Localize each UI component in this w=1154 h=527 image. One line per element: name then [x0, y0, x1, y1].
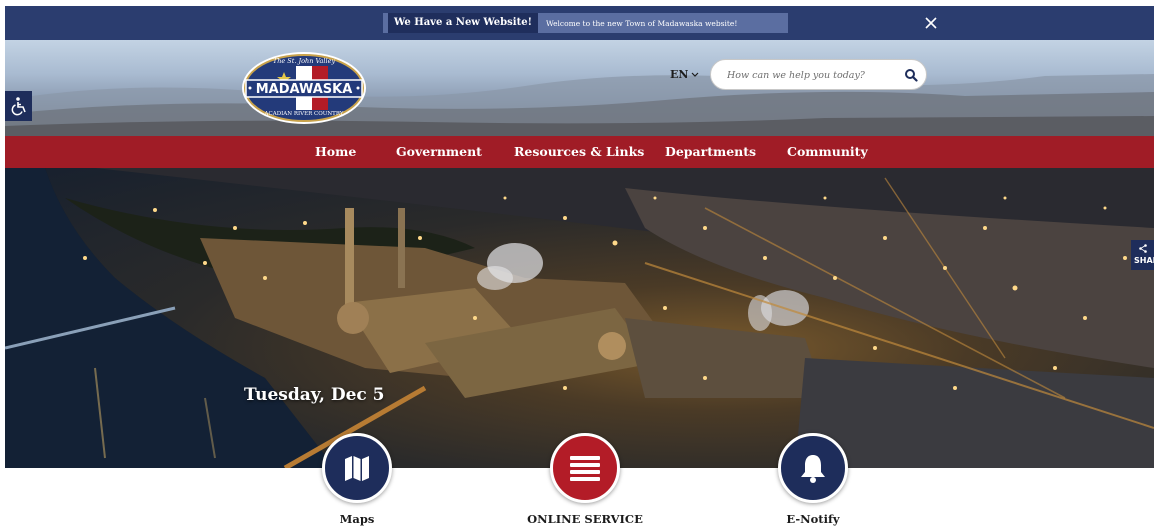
page: We Have a New Website! Welcome to the ne…	[0, 0, 1154, 527]
language-label: EN	[670, 68, 689, 81]
nav-item-government[interactable]: Government	[396, 136, 482, 168]
accessibility-button[interactable]	[5, 91, 32, 121]
e-notify-label[interactable]: E-Notify	[763, 512, 863, 526]
madawaska-logo[interactable]: MADAWASKA The St. John Valley ACADIAN RI…	[240, 50, 368, 126]
share-button[interactable]: SHARE	[1131, 240, 1154, 270]
hero-image	[5, 168, 1154, 468]
nav-item-community[interactable]: Community	[787, 136, 868, 168]
list-icon	[570, 456, 600, 481]
online-service-label[interactable]: ONLINE SERVICE	[520, 512, 650, 526]
alert-message: Welcome to the new Town of Madawaska web…	[545, 18, 738, 28]
logo-bottom-text: ACADIAN RIVER COUNTRY	[264, 111, 344, 117]
share-icon	[1139, 244, 1147, 253]
maps-label[interactable]: Maps	[322, 512, 392, 526]
site-header	[5, 40, 1154, 136]
share-label: SHARE	[1134, 256, 1154, 265]
maps-button[interactable]	[322, 433, 392, 503]
town-aerial-illustration	[5, 168, 1154, 468]
search-input[interactable]	[727, 66, 897, 84]
language-selector[interactable]: EN	[670, 68, 699, 81]
nav-item-home[interactable]: Home	[315, 136, 356, 168]
alert-bar: We Have a New Website! Welcome to the ne…	[5, 6, 1154, 40]
chevron-down-icon	[692, 72, 699, 77]
bell-icon	[801, 455, 825, 483]
alert-banner[interactable]: We Have a New Website! Welcome to the ne…	[383, 13, 788, 33]
logo-top-text: The St. John Valley	[273, 57, 336, 65]
alert-title: We Have a New Website!	[388, 13, 538, 33]
e-notify-button[interactable]	[778, 433, 848, 503]
nav-item-resources-links[interactable]: Resources & Links	[514, 136, 644, 168]
nav-item-departments[interactable]: Departments	[665, 136, 756, 168]
hero-date: Tuesday, Dec 5	[244, 385, 385, 405]
wheelchair-icon	[11, 97, 26, 116]
map-icon	[345, 456, 369, 481]
main-nav: Home Government Resources & Links Depart…	[5, 136, 1154, 168]
hills-background	[5, 74, 1154, 136]
online-service-button[interactable]	[550, 433, 620, 503]
search-box	[710, 59, 927, 90]
close-icon[interactable]	[921, 13, 941, 33]
search-icon[interactable]	[904, 68, 918, 82]
logo-name: MADAWASKA	[256, 82, 353, 97]
